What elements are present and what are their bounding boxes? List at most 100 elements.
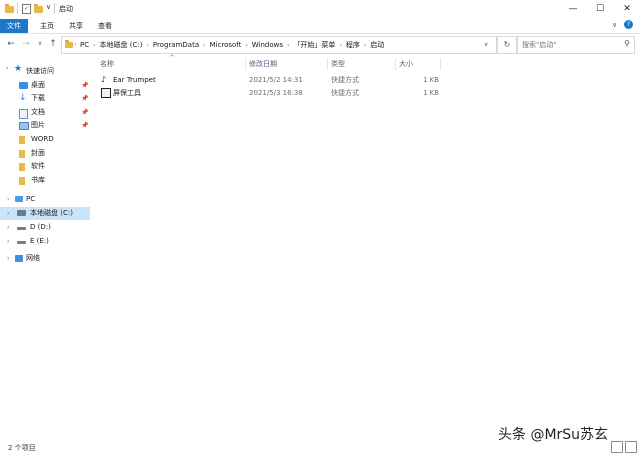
file-size: 1 KB: [423, 89, 440, 97]
sidebar-item-c-drive[interactable]: › 本地磁盘 (C:): [0, 207, 90, 220]
address-dropdown-icon[interactable]: ∨: [484, 37, 488, 53]
sidebar-item-library[interactable]: 书库: [0, 174, 90, 187]
sidebar-item-e-drive[interactable]: › E (E:): [0, 235, 90, 248]
column-header-size[interactable]: 大小: [399, 58, 413, 70]
properties-icon[interactable]: ✓: [22, 4, 31, 14]
chevron-right-icon: ›: [245, 42, 248, 49]
crumb-pc[interactable]: PC: [80, 41, 89, 49]
sidebar-item-label: D (D:): [30, 223, 51, 231]
expand-arrow-icon[interactable]: ›: [7, 221, 9, 234]
search-input[interactable]: [522, 38, 618, 51]
sidebar-item-cover[interactable]: 封面: [0, 147, 90, 160]
sidebar-item-word[interactable]: WORD: [0, 133, 90, 146]
computer-icon: [15, 196, 23, 202]
file-size: 1 KB: [423, 76, 440, 84]
crumb-windows[interactable]: Windows: [252, 41, 283, 49]
file-modified: 2021/5/3 16:38: [249, 89, 303, 97]
new-folder-icon[interactable]: [34, 4, 43, 14]
sidebar-item-label: WORD: [31, 135, 54, 143]
address-bar[interactable]: › PC › 本地磁盘 (C:) › ProgramData › Microsoft › Win…: [61, 36, 497, 54]
tab-share[interactable]: 共享: [62, 19, 90, 33]
sidebar-item-label: 书库: [31, 176, 45, 184]
tab-view[interactable]: 查看: [91, 19, 119, 33]
sidebar-item-label: 下载: [31, 94, 45, 102]
expand-arrow-icon[interactable]: ›: [6, 65, 8, 72]
sidebar-item-label: E (E:): [30, 237, 49, 245]
sidebar-item-pictures[interactable]: 图片 📌: [0, 119, 90, 132]
column-divider[interactable]: [440, 58, 441, 70]
sidebar-item-label: 文档: [31, 108, 45, 116]
file-name: Ear Trumpet: [113, 76, 156, 84]
minimize-button[interactable]: —: [560, 0, 586, 19]
column-header-type[interactable]: 类型: [331, 58, 345, 70]
star-icon: ★: [14, 64, 23, 74]
sidebar-item-label: 桌面: [31, 81, 45, 89]
expand-arrow-icon[interactable]: ›: [7, 252, 9, 265]
details-view-icon[interactable]: [611, 441, 623, 453]
sidebar-item-label: PC: [26, 195, 36, 203]
close-button[interactable]: ✕: [614, 0, 640, 19]
crumb-start-menu[interactable]: 「开始」菜单: [293, 41, 335, 49]
sidebar-item-d-drive[interactable]: › D (D:): [0, 221, 90, 234]
folder-icon: [65, 40, 73, 48]
sidebar-item-label: 本地磁盘 (C:): [30, 209, 73, 217]
file-modified: 2021/5/2 14:31: [249, 76, 303, 84]
pin-icon[interactable]: 📌: [81, 119, 88, 132]
sidebar-item-downloads[interactable]: ↓ 下载 📌: [0, 92, 90, 105]
crumb-microsoft[interactable]: Microsoft: [210, 41, 242, 49]
ribbon-expand-icon[interactable]: ∨: [612, 21, 617, 29]
sidebar-item-label: 封面: [31, 149, 45, 157]
expand-arrow-icon[interactable]: ›: [7, 235, 9, 248]
drive-icon: [17, 210, 26, 216]
chevron-right-icon: ›: [203, 42, 206, 49]
up-arrow-icon[interactable]: ↑: [47, 38, 59, 50]
sidebar-item-quick-access[interactable]: 快速访问: [26, 66, 54, 76]
crumb-programdata[interactable]: ProgramData: [153, 41, 199, 49]
column-divider[interactable]: [327, 58, 328, 70]
chevron-right-icon: ›: [74, 41, 77, 48]
maximize-button[interactable]: ☐: [587, 0, 613, 19]
chevron-right-icon: ›: [93, 42, 96, 49]
quick-access-dropdown-icon[interactable]: ∨: [46, 3, 51, 11]
crumb-startup[interactable]: 启动: [370, 41, 384, 49]
watermark-text: 头条 @MrSu苏玄: [498, 427, 609, 443]
sidebar-item-documents[interactable]: 文档 📌: [0, 106, 90, 119]
status-item-count: 2 个项目: [8, 444, 36, 452]
folder-icon: [19, 163, 25, 171]
file-type: 快捷方式: [331, 89, 359, 97]
crumb-programs[interactable]: 程序: [346, 41, 360, 49]
forward-arrow-icon[interactable]: →: [20, 38, 32, 50]
column-divider[interactable]: [245, 58, 246, 70]
back-arrow-icon[interactable]: ←: [5, 38, 17, 50]
sidebar-item-software[interactable]: 软件: [0, 160, 90, 173]
search-box[interactable]: ⚲: [517, 36, 635, 54]
sidebar-item-network[interactable]: › 网络: [0, 252, 90, 265]
document-icon: [19, 109, 28, 119]
pictures-icon: [19, 122, 29, 130]
tab-file[interactable]: 文件: [0, 19, 28, 33]
table-row[interactable]: 屏保工具 2021/5/3 16:38 快捷方式 1 KB: [98, 87, 440, 99]
sidebar-item-pc[interactable]: › PC: [0, 193, 90, 206]
pin-icon[interactable]: 📌: [81, 106, 88, 119]
table-row[interactable]: ♪ Ear Trumpet 2021/5/2 14:31 快捷方式 1 KB: [98, 74, 440, 86]
expand-arrow-icon[interactable]: ›: [7, 193, 9, 206]
tab-home[interactable]: 主页: [33, 19, 61, 33]
desktop-icon: [19, 82, 28, 89]
crumb-c-drive[interactable]: 本地磁盘 (C:): [100, 41, 143, 49]
expand-arrow-icon[interactable]: ›: [7, 207, 9, 220]
pin-icon[interactable]: 📌: [81, 92, 88, 105]
sidebar-item-desktop[interactable]: 桌面 📌: [0, 79, 90, 92]
recent-locations-icon[interactable]: ∨: [34, 38, 46, 50]
sidebar-item-label: 图片: [31, 121, 45, 129]
column-header-name[interactable]: 名称: [100, 58, 114, 70]
sort-arrow-icon: ^: [169, 54, 175, 62]
column-header-modified[interactable]: 修改日期: [249, 58, 277, 70]
pin-icon[interactable]: 📌: [81, 79, 88, 92]
chevron-right-icon: ›: [146, 42, 149, 49]
column-divider[interactable]: [395, 58, 396, 70]
screensaver-tool-icon: [101, 88, 111, 98]
refresh-icon[interactable]: ↻: [497, 36, 517, 54]
help-icon[interactable]: ?: [624, 20, 633, 29]
chevron-right-icon: ›: [363, 42, 367, 49]
large-icons-view-icon[interactable]: [625, 441, 637, 453]
